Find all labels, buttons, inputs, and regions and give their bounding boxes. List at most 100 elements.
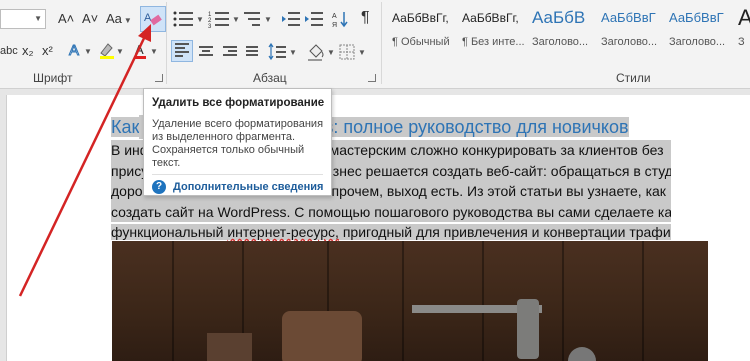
font-dialog-launcher[interactable] [155,74,163,82]
clear-formatting-tooltip: Удалить все форматирование Удаление всег… [143,88,332,196]
align-center-button[interactable] [197,44,215,58]
style-sample: АаБбВвГг, [392,11,449,25]
increase-indent-button[interactable] [304,10,324,33]
justify-button[interactable] [243,44,261,58]
text-effects-button[interactable]: A ▼ [68,40,96,65]
align-left-icon [172,43,192,57]
style-sample: АаБбВвГ [601,10,656,25]
paragraph-dialog-launcher[interactable] [368,74,376,82]
bullets-button[interactable]: ▼ [172,10,206,33]
group-divider [381,2,382,84]
title-left: Как [111,117,140,137]
font-color-button[interactable]: A ▼ [132,40,160,65]
group-divider [166,2,167,84]
svg-text:▼: ▼ [232,15,240,24]
svg-text:▼: ▼ [264,15,272,24]
line-spacing-icon: ▼ [268,42,297,61]
bullet-list-icon: ▼ [173,11,204,27]
style-normal[interactable]: АаБбВвГг, ¶ Обычный [392,6,460,60]
title-right: Press: полное руководство для новичков [287,117,629,137]
chevron-down-icon: ▼ [123,16,132,25]
sort-button[interactable]: AЯ [332,10,350,33]
chevron-down-icon: ▼ [34,14,42,23]
show-marks-button[interactable]: ¶ [361,9,370,27]
svg-text:A: A [332,13,337,20]
tools-photo-icon [207,299,596,361]
borders-icon: ▼ [339,44,366,60]
font-size-dropdown[interactable]: ▼ [0,9,46,29]
style-title[interactable]: А З [738,6,750,60]
align-right-icon [220,46,238,56]
tooltip-body: Удаление всего форматирования из выделен… [152,118,324,169]
subscript-button[interactable]: x₂ [22,42,34,60]
style-sample: АаБбВвГг, [462,11,519,25]
tooltip-help-link[interactable]: Дополнительные сведения [173,181,323,193]
tooltip-divider [152,174,323,175]
style-sample: АаБбВ [532,8,586,27]
style-heading-2[interactable]: АаБбВвГ Заголово... [601,6,669,60]
justify-icon [243,46,261,56]
borders-button[interactable]: ▼ [338,42,368,67]
eraser-icon: A [144,12,162,26]
document-image[interactable] [112,241,708,361]
style-name: Заголово... [532,36,589,48]
svg-text:Я: Я [332,22,337,28]
svg-text:▼: ▼ [327,48,335,57]
shading-button[interactable]: ▼ [306,42,336,67]
highlighter-icon: ▼ [100,43,124,59]
align-right-button[interactable] [220,44,238,58]
styles-group-label: Стили [616,71,651,85]
style-sample: АаБбВвГ [669,10,724,25]
ribbon: ▼ A˄ A˅ Aa ▼ A abc x₂ x² A ▼ ▼ A ▼ Шрифт ▼ … [0,0,750,89]
align-left-button[interactable] [171,40,193,62]
change-case-label: Aa [106,11,122,26]
highlight-color-button[interactable]: ▼ [98,40,128,65]
grow-font-button[interactable]: A˄ [58,10,74,28]
align-center-icon [197,46,215,56]
pilcrow-icon: ¶ [361,9,370,26]
font-group-label: Шрифт [33,71,73,85]
multilevel-list-button[interactable]: ▼ [244,10,274,33]
line-spacing-button[interactable]: ▼ [268,42,298,67]
strikethrough-button[interactable]: abc [0,42,18,60]
style-name: З [738,36,745,48]
svg-text:3: 3 [208,24,212,28]
superscript-button[interactable]: x² [42,42,53,60]
style-name: ¶ Обычный [392,36,450,48]
style-name: Заголово... [669,36,726,48]
svg-text:▼: ▼ [358,48,366,57]
svg-text:▼: ▼ [289,48,297,57]
svg-text:▼: ▼ [116,47,124,56]
paragraph-group-label: Абзац [253,71,287,85]
svg-text:▼: ▼ [196,15,204,24]
text-effects-icon: A ▼ [69,42,92,60]
paragraph-line: функциональный интернет-ресурс, пригодны… [111,222,671,243]
style-heading-3[interactable]: АаБбВвГ Заголово... [669,6,737,60]
change-case-button[interactable]: Aa ▼ [106,10,132,30]
svg-text:▼: ▼ [150,47,158,56]
style-no-spacing[interactable]: АаБбВвГг, ¶ Без инте... [462,6,530,60]
numbered-list-icon: 123▼ [208,12,240,30]
svg-text:A: A [135,42,144,57]
help-icon: ? [152,180,166,194]
sort-icon: AЯ [332,12,348,29]
clear-formatting-button[interactable]: A [140,6,166,32]
numbering-button[interactable]: 1 2 3 ▼ [208,10,242,33]
style-sample: А [738,6,750,30]
style-name: ¶ Без инте... [462,36,525,48]
shrink-font-button[interactable]: A˅ [82,10,98,28]
svg-text:▼: ▼ [84,47,92,56]
tooltip-title: Удалить все форматирование [152,97,325,109]
font-color-icon: A ▼ [134,42,158,59]
multilevel-list-icon: ▼ [244,12,272,26]
decrease-indent-icon [282,12,300,26]
style-heading-1[interactable]: АаБбВ Заголово... [532,6,600,60]
increase-indent-icon [305,12,323,26]
style-name: Заголово... [601,36,658,48]
paragraph-line: создать сайт на WordPress. С помощью пош… [111,201,671,222]
svg-text:A: A [69,42,79,59]
decrease-indent-button[interactable] [281,10,301,33]
svg-text:A: A [144,12,152,24]
misspelled-word: интернет-ресурс, [227,224,339,240]
document-page[interactable]: Как Press: полное руководство для новичк… [6,95,750,361]
